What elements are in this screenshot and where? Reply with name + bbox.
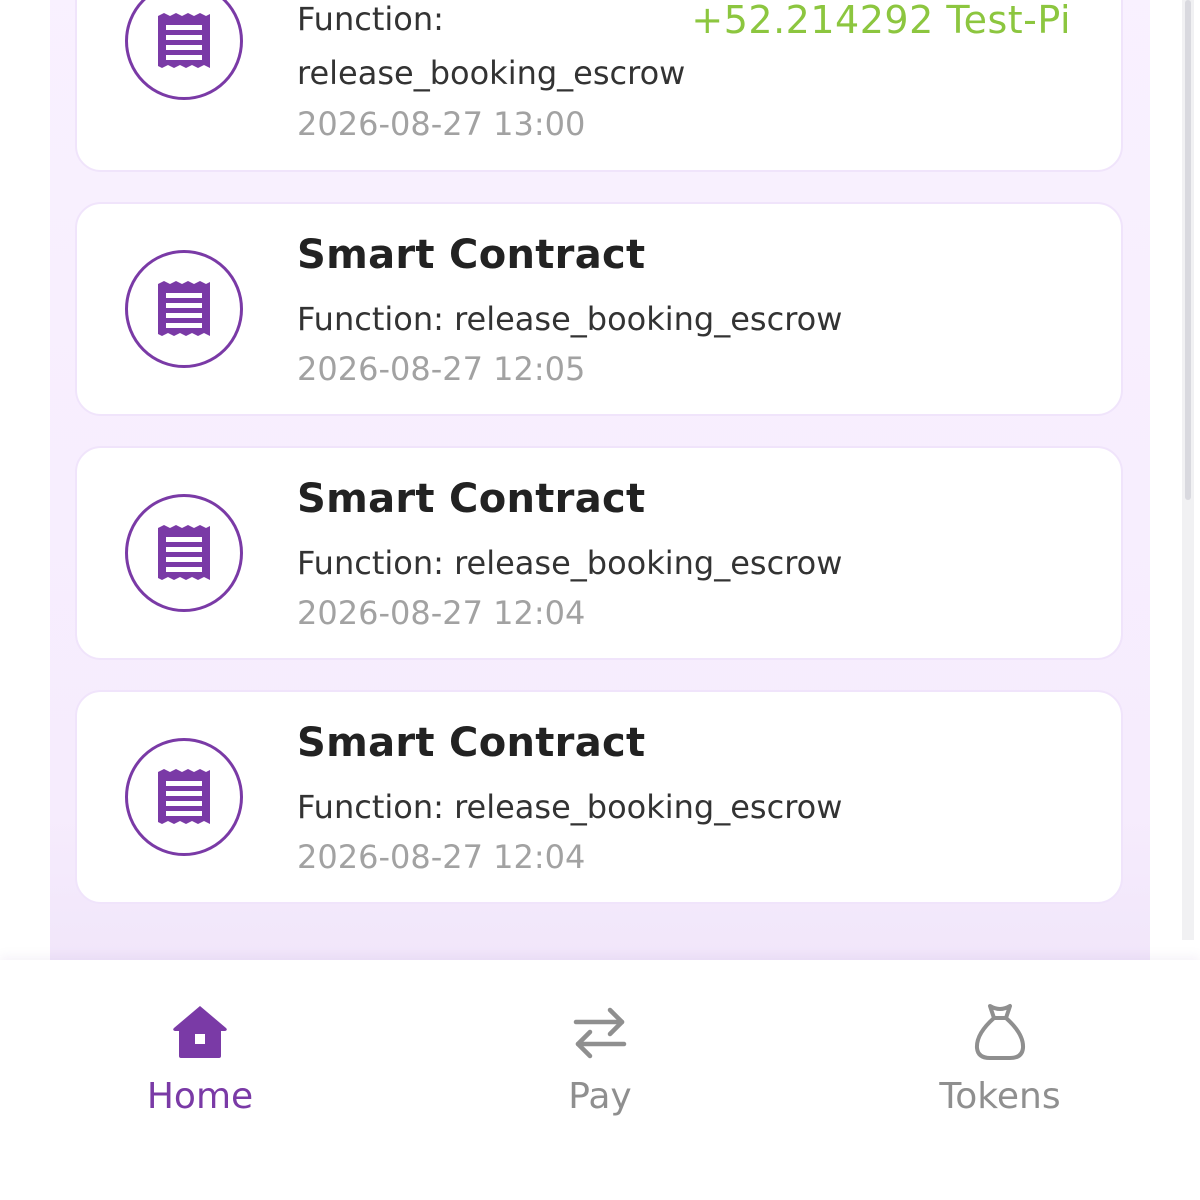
scrollbar[interactable] <box>1182 0 1194 940</box>
nav-item-pay[interactable]: Pay <box>480 1000 720 1130</box>
transaction-function-label: Function: <box>297 0 444 38</box>
nav-label-pay: Pay <box>568 1076 632 1117</box>
transaction-card[interactable]: Function: release_booking_escrow 2026-08… <box>75 0 1123 172</box>
receipt-icon <box>125 494 243 612</box>
nav-label-tokens: Tokens <box>939 1076 1061 1117</box>
transaction-date: 2026-08-27 12:04 <box>297 838 586 876</box>
transaction-date: 2026-08-27 12:04 <box>297 594 586 632</box>
swap-arrows-icon <box>568 1000 632 1064</box>
transaction-title: Smart Contract <box>297 232 646 278</box>
transaction-function: Function: release_booking_escrow <box>297 788 843 826</box>
bottom-navigation: Home Pay Tokens <box>0 960 1200 1200</box>
home-icon <box>168 1000 232 1064</box>
transaction-card[interactable]: Smart Contract Function: release_booking… <box>75 202 1123 416</box>
transaction-card[interactable]: Smart Contract Function: release_booking… <box>75 690 1123 904</box>
receipt-icon <box>125 250 243 368</box>
transaction-card[interactable]: Smart Contract Function: release_booking… <box>75 446 1123 660</box>
transaction-history-screen: Function: release_booking_escrow 2026-08… <box>0 0 1200 1200</box>
transaction-date: 2026-08-27 13:00 <box>297 105 586 143</box>
transaction-function: Function: release_booking_escrow <box>297 300 843 338</box>
nav-label-home: Home <box>146 1076 254 1117</box>
transaction-function-name: release_booking_escrow <box>297 54 686 92</box>
money-bag-icon <box>968 1000 1032 1064</box>
receipt-icon <box>125 0 243 100</box>
receipt-icon <box>125 738 243 856</box>
nav-item-tokens[interactable]: Tokens <box>880 1000 1120 1130</box>
scrollbar-thumb[interactable] <box>1185 0 1191 500</box>
nav-item-home[interactable]: Home <box>80 1000 320 1130</box>
transaction-amount: +52.214292 Test-Pi <box>691 0 1071 42</box>
transaction-function: Function: release_booking_escrow <box>297 544 843 582</box>
transaction-date: 2026-08-27 12:05 <box>297 350 586 388</box>
transaction-title: Smart Contract <box>297 720 646 766</box>
transaction-title: Smart Contract <box>297 476 646 522</box>
